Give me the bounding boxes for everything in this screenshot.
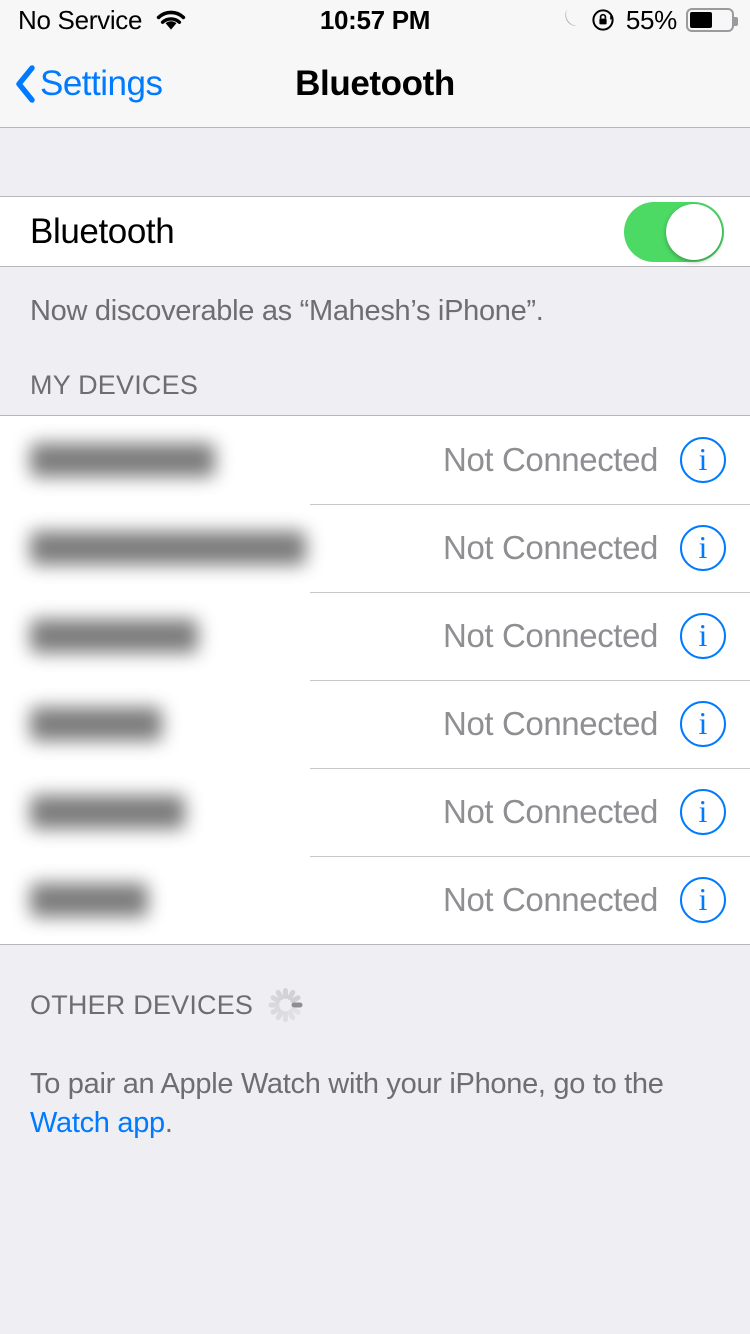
watch-app-link[interactable]: Watch app (30, 1107, 165, 1139)
info-glyph: i (698, 441, 708, 477)
info-circle-icon[interactable]: i (680, 437, 726, 483)
device-status-label: Not Connected (443, 441, 658, 478)
back-button-label: Settings (40, 63, 163, 103)
my-devices-header-label: MY DEVICES (30, 370, 199, 400)
device-row[interactable]: Not Connected i (0, 856, 750, 944)
moon-icon (558, 7, 582, 33)
bluetooth-toggle-row[interactable]: Bluetooth (0, 197, 750, 267)
bluetooth-label: Bluetooth (30, 211, 175, 251)
device-name-label (30, 795, 185, 829)
activity-spinner-icon (267, 987, 303, 1023)
device-row[interactable]: Not Connected i (0, 416, 750, 504)
device-row[interactable]: Not Connected i (0, 768, 750, 856)
back-button[interactable]: Settings (14, 63, 163, 104)
bluetooth-settings-screen: No Service 10:57 PM 55% Settings Bluetoo… (0, 0, 750, 1334)
device-status-label: Not Connected (443, 881, 658, 918)
device-status-label: Not Connected (443, 705, 658, 742)
navigation-bar: Settings Bluetooth (0, 40, 750, 128)
bluetooth-toggle-switch[interactable] (624, 201, 724, 262)
toggle-knob (666, 203, 722, 260)
my-devices-list: Not Connected i Not Connected i Not Connecte… (0, 415, 750, 945)
info-glyph: i (698, 617, 708, 653)
info-circle-icon[interactable]: i (680, 613, 726, 659)
device-status-label: Not Connected (443, 617, 658, 654)
info-glyph: i (698, 529, 708, 565)
info-circle-icon[interactable]: i (680, 877, 726, 923)
status-bar-right: 55% (558, 4, 738, 36)
device-name-label (30, 883, 148, 917)
page-title: Bluetooth (295, 63, 455, 103)
info-circle-icon[interactable]: i (680, 525, 726, 571)
chevron-left-icon (14, 64, 36, 103)
device-name-label (30, 531, 306, 565)
device-name-label (30, 443, 215, 477)
footer-suffix-text: . (164, 1107, 173, 1140)
status-bar: No Service 10:57 PM 55% (0, 0, 750, 40)
my-devices-section-header: MY DEVICES (0, 328, 750, 415)
rotation-lock-icon (591, 7, 617, 33)
other-devices-header-label: OTHER DEVICES (30, 989, 254, 1020)
device-name-label (30, 619, 198, 653)
battery-percent-label: 55% (625, 4, 677, 35)
info-glyph: i (698, 881, 708, 917)
device-row[interactable]: Not Connected i (0, 680, 750, 768)
watch-pairing-footer: To pair an Apple Watch with your iPhone,… (0, 1037, 700, 1144)
info-glyph: i (698, 793, 708, 829)
footer-prefix-text: To pair an Apple Watch with your iPhone,… (30, 1068, 664, 1100)
device-row[interactable]: Not Connected i (0, 504, 750, 592)
discoverable-text: Now discoverable as “Mahesh’s iPhone”. (30, 295, 544, 327)
other-devices-section-header: OTHER DEVICES (0, 945, 750, 1037)
top-group-spacer (0, 129, 750, 197)
device-status-label: Not Connected (443, 793, 658, 830)
info-glyph: i (698, 705, 708, 741)
battery-icon (686, 8, 738, 32)
settings-content: Bluetooth Now discoverable as “Mahesh’s … (0, 129, 750, 1334)
device-name-label (30, 707, 162, 741)
info-circle-icon[interactable]: i (680, 701, 726, 747)
device-status-label: Not Connected (443, 529, 658, 566)
device-row[interactable]: Not Connected i (0, 592, 750, 680)
info-circle-icon[interactable]: i (680, 789, 726, 835)
